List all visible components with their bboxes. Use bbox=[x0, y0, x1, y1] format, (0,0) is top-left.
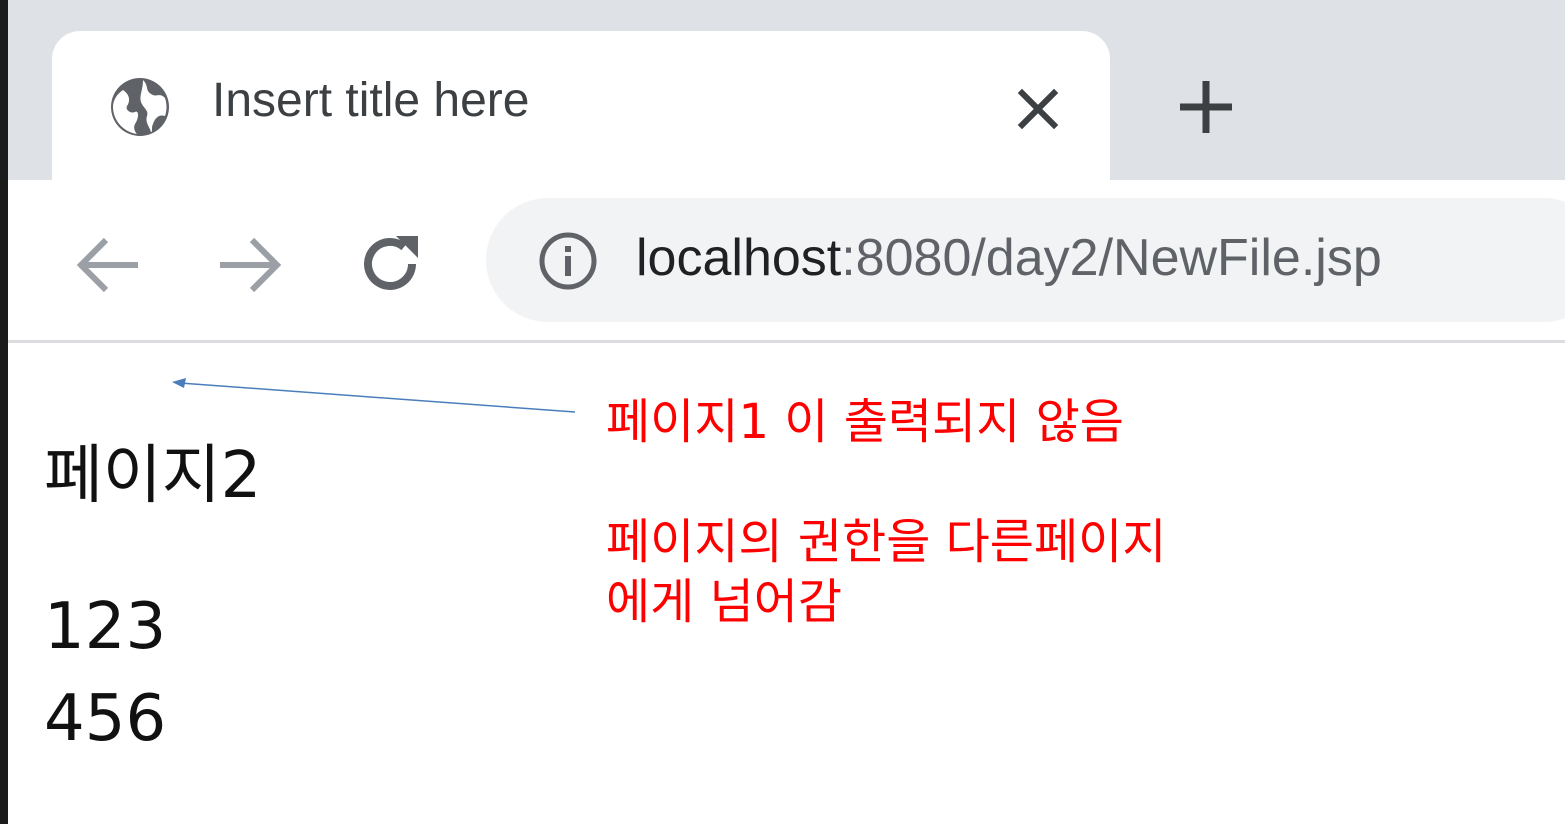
arrow-left-icon[interactable] bbox=[74, 232, 144, 298]
content-line-123: 123 bbox=[44, 590, 167, 664]
page-heading: 페이지2 bbox=[44, 439, 262, 513]
tab-strip: Insert title here bbox=[8, 0, 1565, 191]
reload-icon[interactable] bbox=[354, 228, 426, 300]
browser-tab[interactable]: Insert title here bbox=[52, 31, 1110, 191]
tab-title: Insert title here bbox=[212, 74, 530, 127]
address-bar[interactable]: localhost:8080/day2/NewFile.jsp bbox=[486, 198, 1565, 322]
url-host: localhost bbox=[636, 229, 842, 287]
toolbar-divider bbox=[8, 340, 1565, 343]
browser-toolbar: localhost:8080/day2/NewFile.jsp bbox=[8, 180, 1565, 340]
annotation-arrow bbox=[172, 378, 576, 413]
content-line-456: 456 bbox=[44, 682, 167, 756]
annotation-note-1: 페이지1 이 출력되지 않음 bbox=[606, 394, 1124, 450]
url-path: :8080/day2/NewFile.jsp bbox=[841, 229, 1382, 287]
globe-icon bbox=[111, 78, 169, 136]
arrow-right-icon[interactable] bbox=[214, 232, 284, 298]
window-left-edge bbox=[0, 0, 8, 824]
annotation-note-2-line-2: 에게 넘어감 bbox=[606, 574, 843, 630]
plus-icon[interactable] bbox=[1174, 75, 1238, 139]
close-icon[interactable] bbox=[1012, 83, 1064, 135]
url-text[interactable]: localhost:8080/day2/NewFile.jsp bbox=[636, 228, 1382, 288]
info-icon[interactable] bbox=[538, 231, 598, 291]
